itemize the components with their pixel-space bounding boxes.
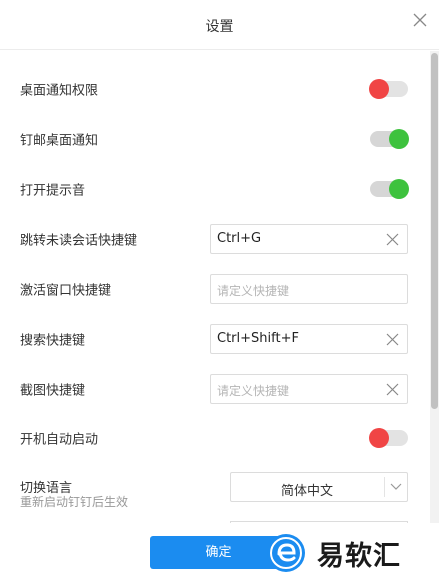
pin-desktop-notify-toggle[interactable] [370, 129, 409, 149]
screenshot-hotkey-input[interactable]: 请定义快捷键 [210, 374, 408, 404]
setting-search-hotkey: 搜索快捷键 Ctrl+Shift+F [0, 319, 430, 359]
dialog-title: 设置 [205, 19, 234, 35]
setting-label: 钉邮桌面通知 [20, 133, 99, 149]
setting-desktop-notify-permission: 桌面通知权限 [0, 69, 430, 109]
setting-label: 打开提示音 [20, 183, 86, 199]
setting-label: 搜索快捷键 [20, 333, 86, 349]
language-select[interactable]: 简体中文 [230, 472, 408, 502]
setting-screenshot-hotkey: 截图快捷键 请定义快捷键 [0, 369, 430, 409]
settings-list: 桌面通知权限 钉邮桌面通知 打开提示音 跳转未读会话快捷键 Ctrl+G 激活窗… [0, 51, 430, 523]
dialog-header: 设置 [0, 0, 439, 50]
clear-icon[interactable] [386, 233, 399, 246]
select-divider [384, 477, 385, 497]
hotkey-value: Ctrl+G [217, 231, 262, 246]
toggle-knob [369, 79, 389, 99]
scrollbar[interactable] [430, 51, 439, 523]
setting-unread-hotkey: 跳转未读会话快捷键 Ctrl+G [0, 219, 430, 259]
setting-label: 跳转未读会话快捷键 [20, 233, 138, 249]
close-icon[interactable] [412, 12, 428, 28]
desktop-notify-permission-toggle[interactable] [369, 79, 408, 99]
autostart-toggle[interactable] [369, 428, 408, 448]
setting-language: 切换语言 重新启动钉钉后生效 简体中文 [0, 467, 430, 509]
search-hotkey-input[interactable]: Ctrl+Shift+F [210, 324, 408, 354]
hotkey-placeholder: 请定义快捷键 [217, 384, 290, 398]
chevron-down-icon [390, 483, 402, 490]
toggle-knob [389, 129, 409, 149]
clear-icon[interactable] [386, 333, 399, 346]
activate-hotkey-input[interactable]: 请定义快捷键 [210, 274, 408, 304]
watermark-logo-icon [267, 534, 305, 572]
setting-activate-hotkey: 激活窗口快捷键 请定义快捷键 [0, 269, 430, 309]
toggle-knob [389, 179, 409, 199]
clear-icon[interactable] [386, 383, 399, 396]
setting-label: 开机自动启动 [20, 432, 99, 448]
setting-label: 桌面通知权限 [20, 83, 99, 99]
scrollbar-thumb[interactable] [431, 53, 438, 409]
hotkey-value: Ctrl+Shift+F [217, 331, 299, 346]
language-selected: 简体中文 [280, 484, 333, 499]
unread-hotkey-input[interactable]: Ctrl+G [210, 224, 408, 254]
watermark: 易软汇 [265, 530, 439, 576]
toggle-knob [369, 428, 389, 448]
setting-label: 激活窗口快捷键 [20, 283, 112, 299]
setting-sound: 打开提示音 [0, 169, 430, 209]
setting-pin-desktop-notify: 钉邮桌面通知 [0, 119, 430, 159]
watermark-text: 易软汇 [317, 541, 401, 572]
setting-label: 截图快捷键 [20, 383, 86, 399]
language-restart-hint: 重新启动钉钉后生效 [20, 495, 129, 509]
setting-autostart: 开机自动启动 [0, 418, 430, 458]
sound-toggle[interactable] [370, 179, 409, 199]
hotkey-placeholder: 请定义快捷键 [217, 284, 290, 298]
